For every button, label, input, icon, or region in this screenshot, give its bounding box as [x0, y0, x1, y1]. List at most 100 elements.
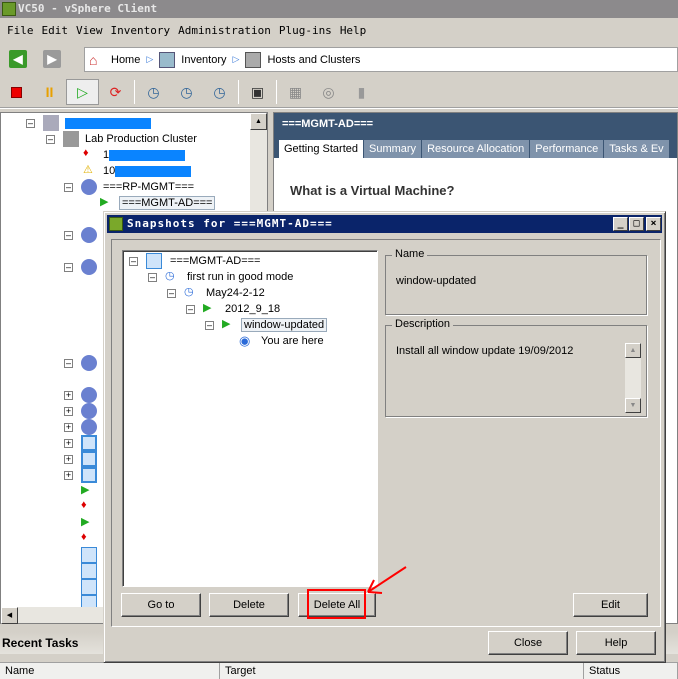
resource-pool-icon	[81, 387, 97, 403]
revert-snapshot-icon[interactable]: ◷	[170, 79, 203, 105]
menu-inventory[interactable]: Inventory	[111, 22, 171, 40]
scroll-up-icon[interactable]: ▲	[250, 113, 267, 130]
snapshot-clock-icon: ◷	[165, 270, 175, 282]
minimize-button[interactable]: _	[613, 217, 628, 231]
name-group: Name window-updated	[385, 248, 647, 315]
cluster-label: Lab Production Cluster	[85, 133, 197, 145]
column-name[interactable]: Name	[0, 663, 220, 679]
tree-item-vm[interactable]	[81, 547, 97, 563]
snapshot-label: first run in good mode	[187, 271, 294, 283]
tree-item-vm-selected[interactable]: ▶ ===MGMT-AD===	[100, 195, 216, 211]
tree-item-vm[interactable]: ♦	[81, 531, 97, 547]
snapshot-node[interactable]: – ◷ May24-2-12	[167, 285, 265, 301]
tree-item-resource-pool[interactable]: –	[64, 259, 97, 275]
description-label: Description	[392, 318, 454, 330]
tree-item-vm[interactable]: ▶	[81, 515, 97, 531]
description-scrollbar[interactable]: ▲ ▼	[625, 343, 641, 413]
maximize-button[interactable]: □	[629, 217, 644, 231]
snapshot-tree: – ===MGMT-AD=== – ◷ first run in good mode …	[122, 250, 378, 587]
tree-item-vapp[interactable]: +	[64, 467, 97, 483]
snapshot-root-label: ===MGMT-AD===	[170, 255, 261, 267]
tab-performance[interactable]: Performance	[530, 140, 604, 158]
vm-error-icon: ♦	[81, 531, 87, 543]
tab-getting-started[interactable]: Getting Started	[279, 140, 363, 158]
cd-dvd-icon[interactable]: ◎	[312, 79, 345, 105]
forward-button[interactable]: ▶	[43, 50, 61, 68]
annotation-arrow-icon	[367, 566, 407, 594]
column-target[interactable]: Target	[220, 663, 584, 679]
reset-icon[interactable]: ⟳	[99, 79, 132, 105]
tree-item-vapp[interactable]: +	[64, 451, 97, 467]
toolbar-separator	[276, 80, 277, 104]
you-are-here-node[interactable]: ◉ You are here	[239, 333, 324, 349]
window-title-bar: VC50 - vSphere Client	[0, 0, 678, 18]
tree-item-cluster[interactable]: – Lab Production Cluster	[46, 131, 197, 147]
take-snapshot-icon[interactable]: ◷	[137, 79, 170, 105]
power-on-icon[interactable]: ▷	[66, 79, 99, 105]
tree-item-vm[interactable]: ♦	[81, 499, 97, 515]
tree-item-resource-pool[interactable]: +	[64, 387, 97, 403]
back-button[interactable]: ◀	[9, 50, 27, 68]
snapshot-node[interactable]: – ▶ 2012_9_18	[186, 301, 280, 317]
menu-edit[interactable]: Edit	[42, 22, 69, 40]
breadcrumb-arrow-icon: ▷	[232, 54, 240, 64]
tab-resource-allocation[interactable]: Resource Allocation	[422, 140, 530, 158]
power-off-icon[interactable]	[0, 79, 33, 105]
tree-item-datacenter[interactable]: –	[26, 115, 151, 131]
breadcrumb-hosts-clusters[interactable]: Hosts and Clusters	[267, 54, 360, 66]
column-status[interactable]: Status	[584, 663, 678, 679]
suspend-icon[interactable]: II	[33, 79, 66, 105]
vm-title: ===MGMT-AD===	[274, 113, 677, 138]
snapshot-node[interactable]: – ◷ first run in good mode	[148, 269, 293, 285]
tree-item-host[interactable]: ⚠ 10	[83, 163, 192, 179]
help-button[interactable]: Help	[576, 631, 656, 655]
tree-item-resource-pool[interactable]: –	[64, 355, 97, 371]
host-label: 10	[103, 165, 116, 177]
cluster-icon	[63, 131, 79, 147]
snapshot-label: May24-2-12	[206, 287, 265, 299]
tree-item-vm[interactable]: ▶	[81, 483, 97, 499]
tree-item-resource-pool[interactable]: +	[64, 403, 97, 419]
menu-help[interactable]: Help	[340, 22, 367, 40]
tree-item-vm[interactable]	[81, 579, 97, 595]
window-title: VC50 - vSphere Client	[18, 2, 158, 15]
toolbar-separator	[238, 80, 239, 104]
edit-button[interactable]: Edit	[573, 593, 648, 617]
hosts-clusters-icon	[245, 51, 262, 68]
menu-file[interactable]: File	[7, 22, 34, 40]
description-value[interactable]: Install all window update 19/09/2012	[396, 345, 573, 357]
usb-icon[interactable]: ▮	[345, 79, 378, 105]
name-value: window-updated	[396, 275, 477, 287]
tab-bar: Getting Started Summary Resource Allocat…	[274, 138, 677, 158]
menu-administration[interactable]: Administration	[178, 22, 271, 40]
scroll-up-icon[interactable]: ▲	[625, 343, 641, 358]
vsphere-app-icon	[109, 217, 123, 231]
close-button[interactable]: Close	[488, 631, 568, 655]
close-window-button[interactable]: ×	[646, 217, 661, 231]
tree-item-resource-pool[interactable]: – ===RP-MGMT===	[64, 179, 194, 195]
breadcrumb-home[interactable]: Home	[111, 54, 140, 66]
menu-plugins[interactable]: Plug-ins	[279, 22, 332, 40]
goto-button[interactable]: Go to	[121, 593, 201, 617]
scroll-down-icon[interactable]: ▼	[625, 398, 641, 413]
tree-item-resource-pool[interactable]: –	[64, 227, 97, 243]
tree-item-host[interactable]: ♦ 1	[83, 147, 186, 163]
snapshot-node-selected[interactable]: – ▶ window-updated	[205, 317, 328, 333]
snapshot-label: window-updated	[241, 318, 328, 332]
tree-item-vm[interactable]	[81, 563, 97, 579]
tree-item-vapp[interactable]: +	[64, 435, 97, 451]
current-state-icon: ◉	[239, 333, 251, 348]
vm-icon	[81, 563, 97, 579]
breadcrumb: ⌂ Home ▷ Inventory ▷ Hosts and Clusters	[84, 47, 678, 72]
tree-item-resource-pool[interactable]: +	[64, 419, 97, 435]
tab-tasks-events[interactable]: Tasks & Ev	[604, 140, 669, 158]
delete-button[interactable]: Delete	[209, 593, 289, 617]
breadcrumb-inventory[interactable]: Inventory	[181, 54, 226, 66]
tab-summary[interactable]: Summary	[364, 140, 422, 158]
scroll-left-icon[interactable]: ◀	[1, 607, 18, 624]
menu-view[interactable]: View	[76, 22, 103, 40]
snapshot-manager-icon[interactable]: ◷	[203, 79, 236, 105]
floppy-icon[interactable]: ▦	[279, 79, 312, 105]
console-icon[interactable]: ▣	[241, 79, 274, 105]
snapshot-root[interactable]: – ===MGMT-AD===	[129, 253, 260, 269]
